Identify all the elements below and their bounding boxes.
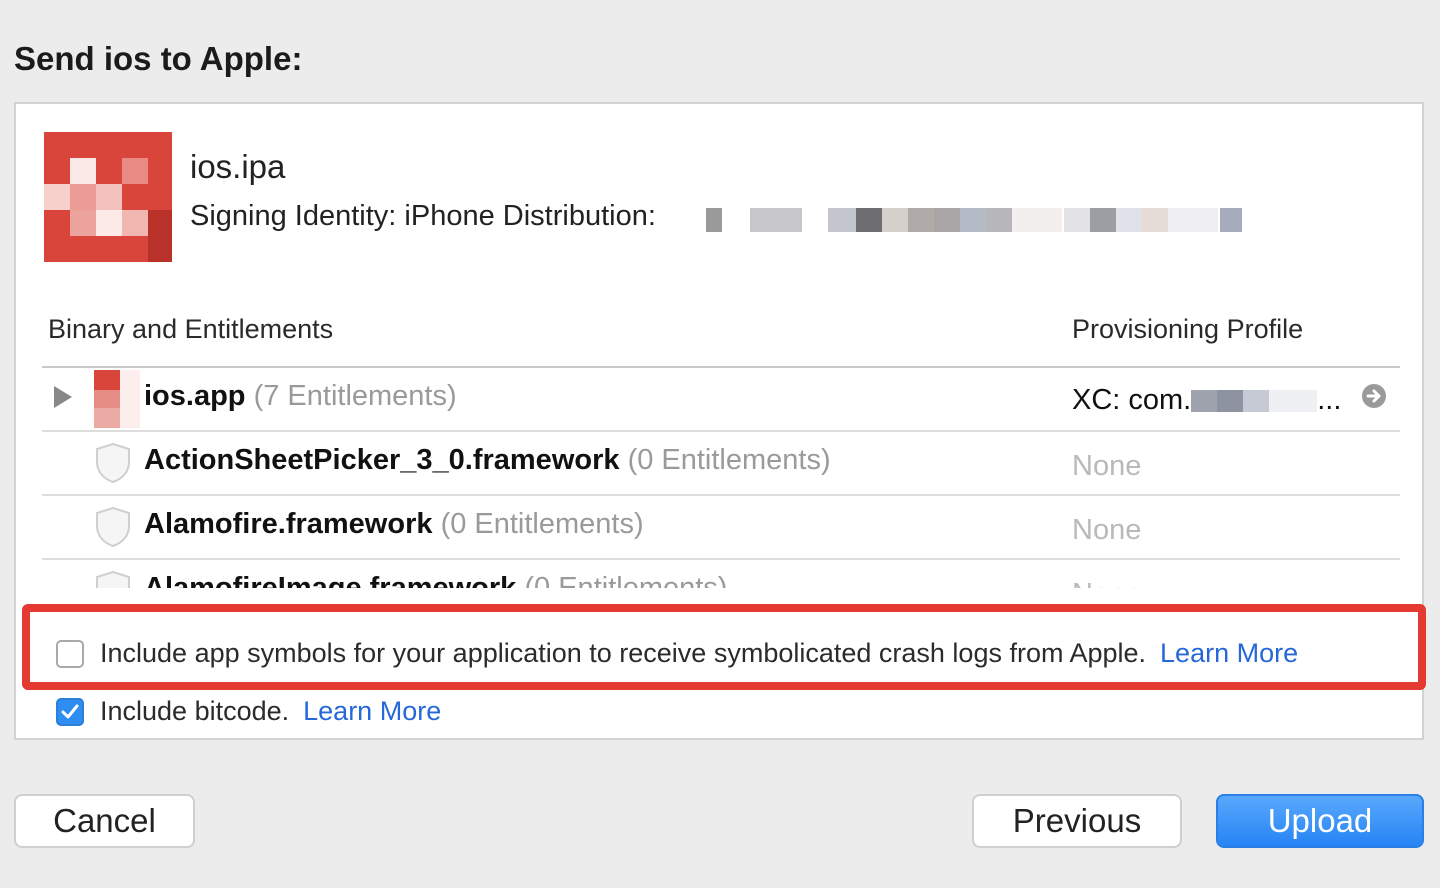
- framework-shield-icon: [96, 570, 130, 588]
- binaries-table[interactable]: ios.app (7 Entitlements) XC: com.... Act…: [42, 366, 1400, 588]
- ipa-file-name: ios.ipa: [190, 148, 286, 185]
- bitcode-checkbox[interactable]: [56, 697, 84, 726]
- redacted-bundle-id: [1191, 390, 1318, 413]
- binary-name: AlamofireImage.framework (0 Entitlements…: [144, 572, 728, 588]
- dialog-title: Send ios to Apple:: [14, 40, 303, 77]
- bitcode-learn-more-link[interactable]: Learn More: [303, 696, 441, 727]
- provisioning-profile: None: [1072, 514, 1142, 546]
- table-row[interactable]: ios.app (7 Entitlements) XC: com....: [42, 368, 1400, 432]
- previous-button[interactable]: Previous: [972, 794, 1182, 848]
- symbols-option: Include app symbols for your application…: [56, 638, 1298, 669]
- binary-name: ios.app (7 Entitlements): [144, 380, 457, 412]
- signing-identity-label: Signing Identity: iPhone Distribution:: [190, 200, 656, 232]
- framework-shield-icon: [96, 442, 130, 484]
- provisioning-profile: XC: com....: [1072, 384, 1342, 416]
- symbols-label: Include app symbols for your application…: [100, 638, 1147, 668]
- disclosure-triangle-icon[interactable]: [54, 386, 72, 408]
- framework-shield-icon: [96, 506, 130, 548]
- arrow-circle-right-icon[interactable]: [1360, 382, 1388, 410]
- bitcode-option: Include bitcode. Learn More: [56, 696, 441, 727]
- binary-name: ActionSheetPicker_3_0.framework (0 Entit…: [144, 444, 831, 476]
- column-header-binary: Binary and Entitlements: [48, 314, 334, 344]
- app-binary-icon: [94, 370, 140, 428]
- symbols-learn-more-link[interactable]: Learn More: [1160, 638, 1298, 669]
- checkmark-icon: [61, 704, 79, 718]
- column-header-profile: Provisioning Profile: [1072, 314, 1304, 344]
- table-row[interactable]: ActionSheetPicker_3_0.framework (0 Entit…: [42, 432, 1400, 496]
- symbols-checkbox[interactable]: [56, 639, 84, 668]
- table-row[interactable]: AlamofireImage.framework (0 Entitlements…: [42, 560, 1400, 588]
- binary-name: Alamofire.framework (0 Entitlements): [144, 508, 644, 540]
- provisioning-profile: None: [1072, 578, 1141, 588]
- provisioning-profile: None: [1072, 450, 1142, 482]
- app-icon: [44, 132, 172, 262]
- signing-identity: Signing Identity: iPhone Distribution:: [190, 200, 656, 233]
- cancel-button[interactable]: Cancel: [14, 794, 195, 848]
- upload-button[interactable]: Upload: [1216, 794, 1424, 848]
- table-row[interactable]: Alamofire.framework (0 Entitlements) Non…: [42, 496, 1400, 560]
- redacted-signing-name: [706, 208, 1246, 232]
- bitcode-label: Include bitcode.: [100, 696, 290, 726]
